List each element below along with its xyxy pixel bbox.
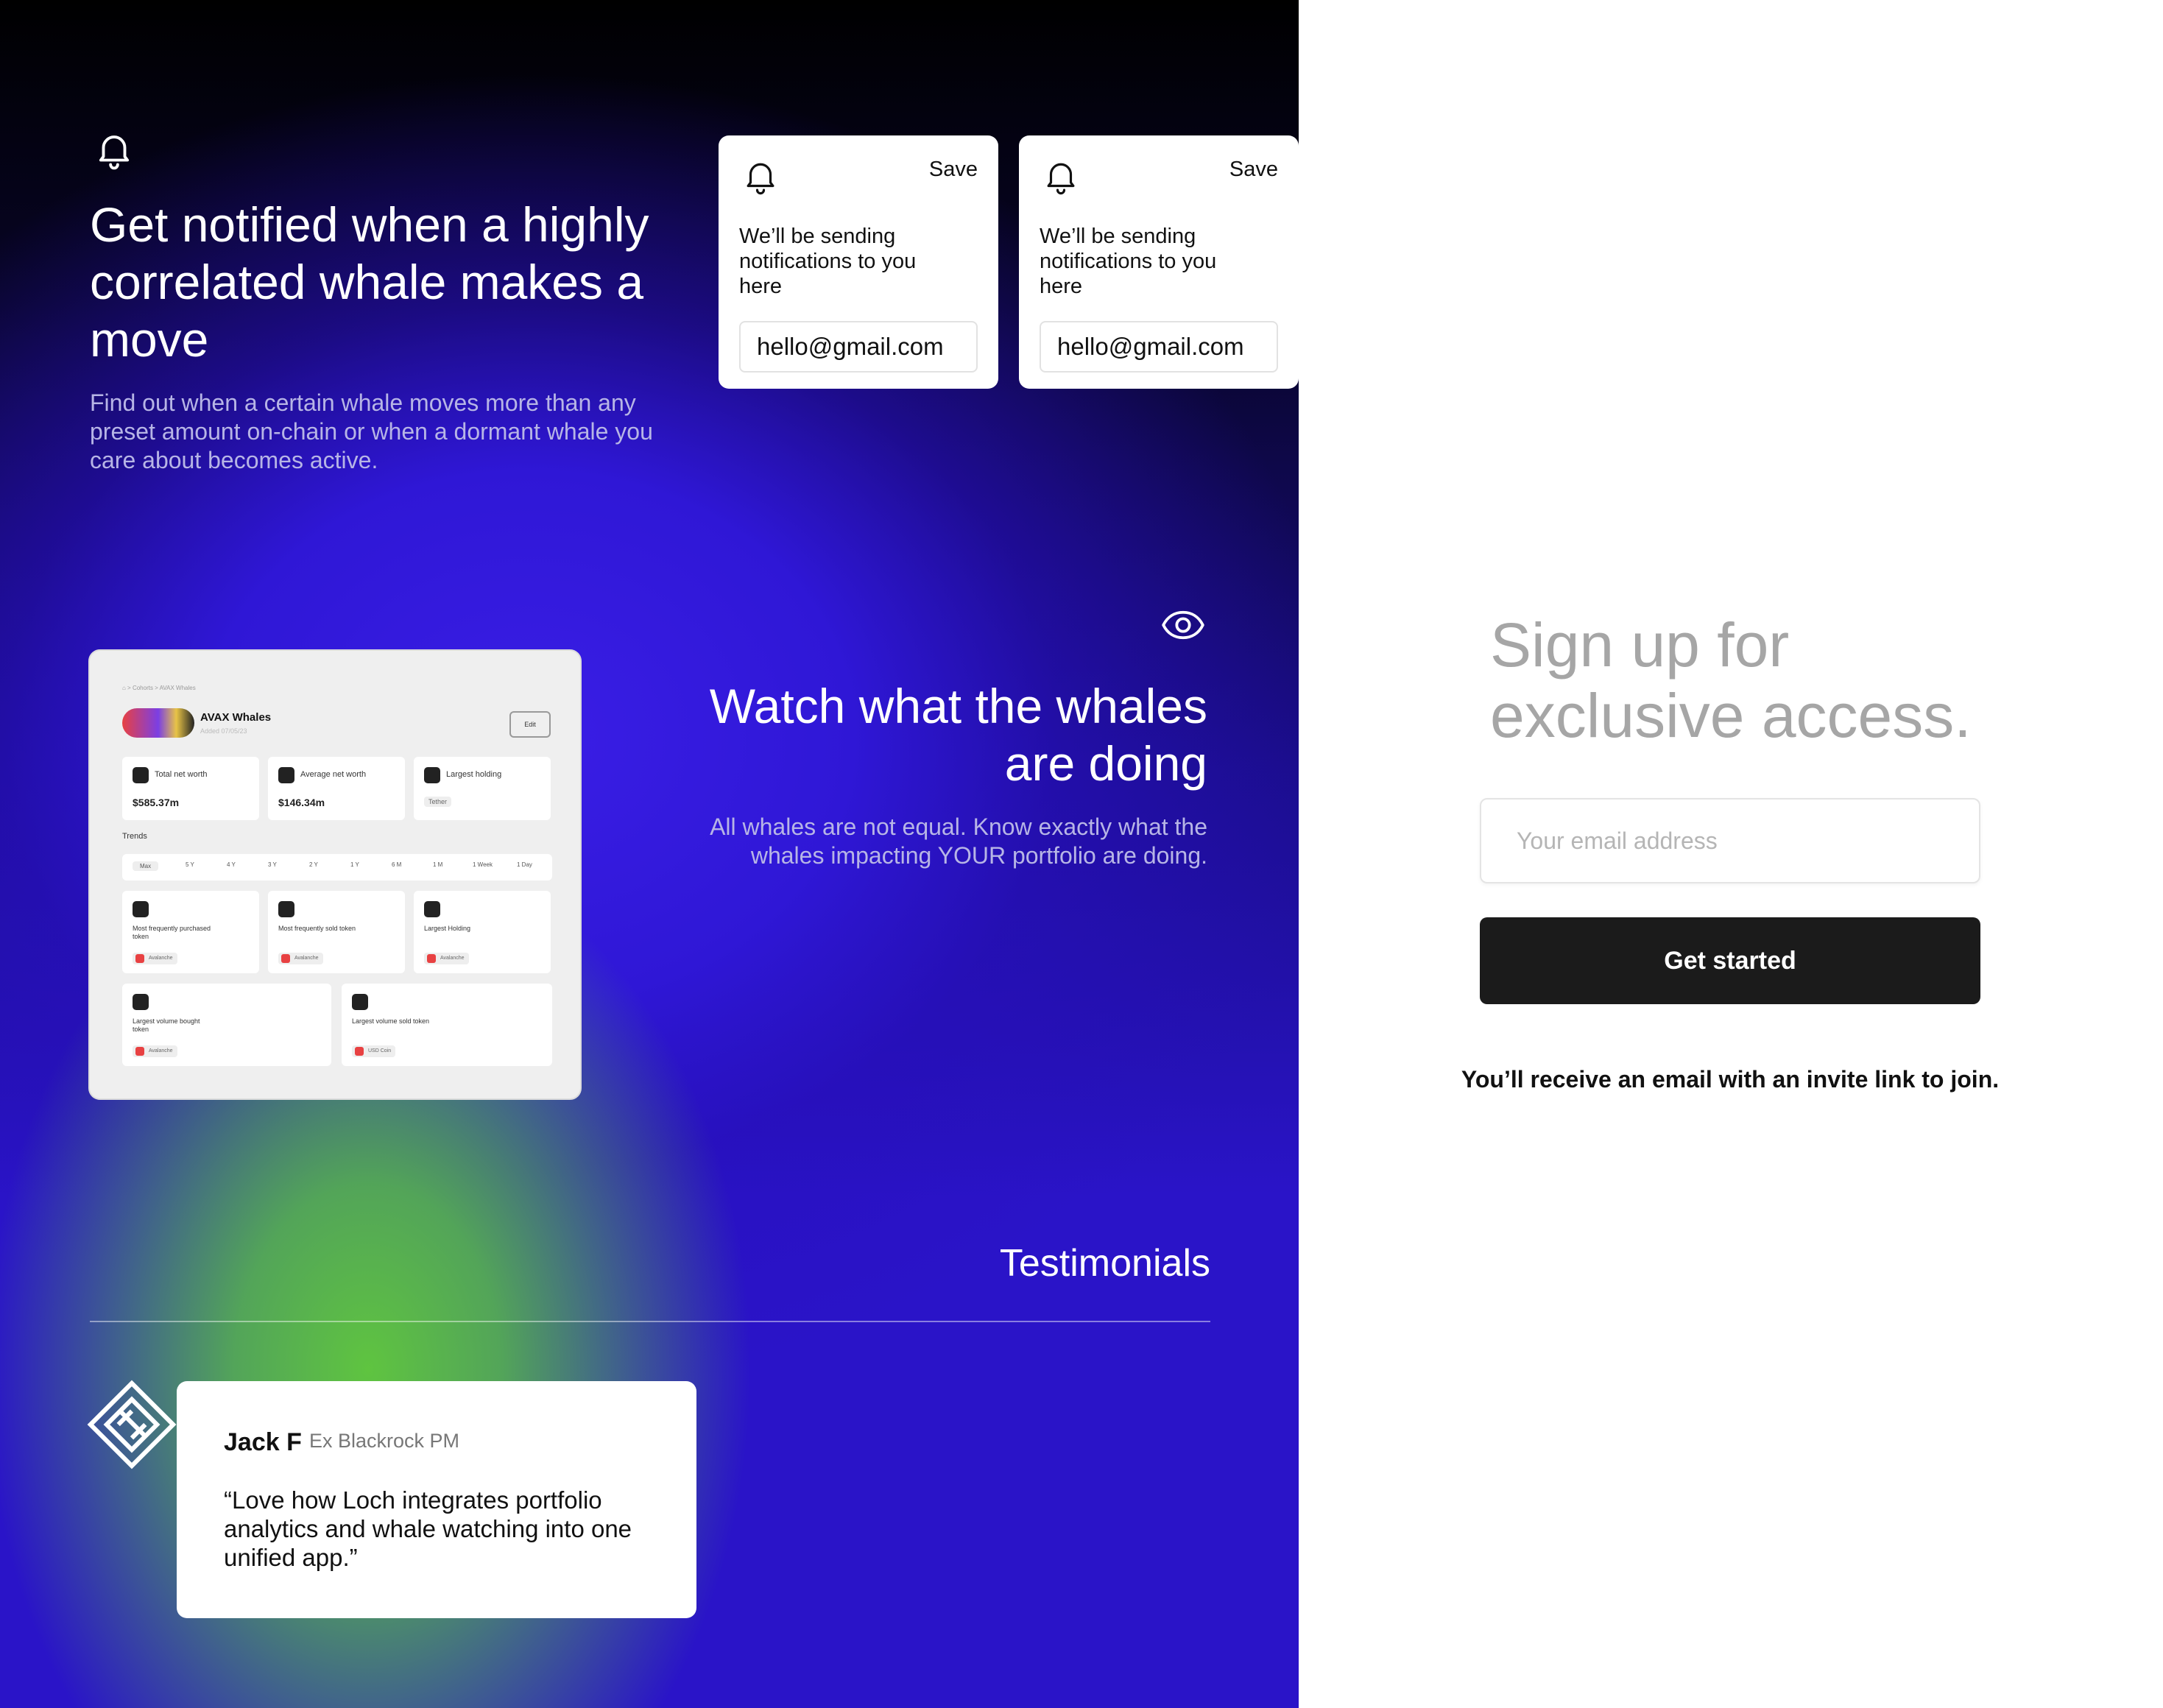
token-chip: Avalanche xyxy=(133,953,177,964)
clock-icon xyxy=(133,767,149,783)
signup-heading: Sign up for exclusive access. xyxy=(1490,610,1972,750)
bell-icon xyxy=(747,163,774,195)
award-icon xyxy=(424,767,440,783)
range-option[interactable]: 3 Y xyxy=(268,861,277,868)
notification-card: Save We’ll be sending notifications to y… xyxy=(1019,135,1299,389)
bell-icon xyxy=(1047,163,1075,195)
token-chip: Avalanche xyxy=(278,953,323,964)
save-button[interactable]: Save xyxy=(929,158,978,182)
token-chip: USD Coin xyxy=(352,1045,396,1057)
stat-card: Total net worth $585.37m xyxy=(122,757,259,820)
tile-label: Most frequently sold token xyxy=(278,925,356,932)
insight-tile: Most frequently purchased token Avalanch… xyxy=(122,891,259,973)
notification-message: We’ll be sending notifications to you he… xyxy=(1040,225,1217,298)
stat-value: $585.37m xyxy=(133,797,180,808)
breadcrumb: ⌂ > Cohorts > AVAX Whales xyxy=(122,685,196,691)
range-option[interactable]: 1 Day xyxy=(517,861,532,868)
stat-value: $146.34m xyxy=(278,797,325,808)
range-option[interactable]: Max xyxy=(133,861,159,871)
cohort-added-date: Added 07/05/23 xyxy=(200,727,247,735)
range-option[interactable]: 6 M xyxy=(392,861,401,868)
tile-label: Most frequently purchased token xyxy=(133,925,211,940)
insight-tile: Most frequently sold token Avalanche xyxy=(268,891,405,973)
range-option[interactable]: 1 Week xyxy=(473,861,493,868)
stat-value: Tether xyxy=(424,797,452,807)
insight-tile: Largest volume bought token Avalanche xyxy=(122,984,331,1066)
divider xyxy=(90,1321,1210,1322)
save-button[interactable]: Save xyxy=(1229,158,1278,182)
stat-label: Average net worth xyxy=(300,770,367,779)
features-panel: Get notified when a highly correlated wh… xyxy=(0,0,1299,1708)
swap-icon xyxy=(424,901,440,917)
stat-card: Largest holding Tether xyxy=(414,757,551,820)
token-logos xyxy=(122,708,194,738)
star-icon xyxy=(278,767,294,783)
tile-label: Largest volume bought token xyxy=(133,1017,200,1033)
testimonial-author: Jack F xyxy=(224,1428,302,1456)
testimonial-card: Jack F Ex Blackrock PM “Love how Loch in… xyxy=(177,1381,696,1618)
cart-icon xyxy=(133,901,149,917)
invite-note: You’ll receive an email with an invite l… xyxy=(1461,1066,2000,1093)
cohort-title: AVAX Whales xyxy=(200,711,272,724)
loch-logo-icon xyxy=(87,1380,177,1469)
cart-icon xyxy=(133,994,149,1010)
range-option[interactable]: 4 Y xyxy=(227,861,236,868)
notification-email-field[interactable]: hello@gmail.com xyxy=(739,321,978,373)
eye-icon xyxy=(1162,610,1204,640)
notification-email-field[interactable]: hello@gmail.com xyxy=(1040,321,1278,373)
tag-icon xyxy=(352,994,368,1010)
email-field[interactable] xyxy=(1480,798,1980,883)
tag-icon xyxy=(278,901,294,917)
notify-description: Find out when a certain whale moves more… xyxy=(90,389,653,473)
watch-description: All whales are not equal. Know exactly w… xyxy=(710,814,1207,869)
range-option[interactable]: 1 Y xyxy=(350,861,359,868)
testimonial-quote: “Love how Loch integrates portfolio anal… xyxy=(224,1486,632,1571)
testimonials-heading: Testimonials xyxy=(999,1242,1210,1285)
insight-tile: Largest Holding Avalanche xyxy=(414,891,551,973)
range-option[interactable]: 1 M xyxy=(433,861,442,868)
tile-label: Largest Holding xyxy=(424,925,471,932)
bell-icon xyxy=(99,135,130,170)
notify-heading: Get notified when a highly correlated wh… xyxy=(90,197,649,367)
stat-card: Average net worth $146.34m xyxy=(268,757,405,820)
range-option[interactable]: 2 Y xyxy=(309,861,318,868)
watch-heading: Watch what the whales are doing xyxy=(709,679,1207,791)
notification-message: We’ll be sending notifications to you he… xyxy=(739,225,917,298)
signup-panel: Sign up for exclusive access. Get starte… xyxy=(1299,0,2163,1708)
trends-label: Trends xyxy=(122,832,147,841)
notification-card: Save We’ll be sending notifications to y… xyxy=(719,135,998,389)
insight-tile: Largest volume sold token USD Coin xyxy=(342,984,552,1066)
edit-button[interactable]: Edit xyxy=(509,711,551,738)
stat-label: Total net worth xyxy=(155,770,208,779)
dashboard-preview: ⌂ > Cohorts > AVAX Whales AVAX Whales Ad… xyxy=(88,649,582,1100)
token-chip: Avalanche xyxy=(133,1045,177,1057)
tile-label: Largest volume sold token xyxy=(352,1017,430,1025)
token-chip: Avalanche xyxy=(424,953,469,964)
range-option[interactable]: 5 Y xyxy=(186,861,194,868)
time-range-selector: Max 5 Y 4 Y 3 Y 2 Y 1 Y 6 M 1 M 1 Week 1… xyxy=(122,854,552,881)
stat-label: Largest holding xyxy=(446,770,502,779)
get-started-button[interactable]: Get started xyxy=(1480,917,1980,1004)
testimonial-role: Ex Blackrock PM xyxy=(309,1430,460,1452)
